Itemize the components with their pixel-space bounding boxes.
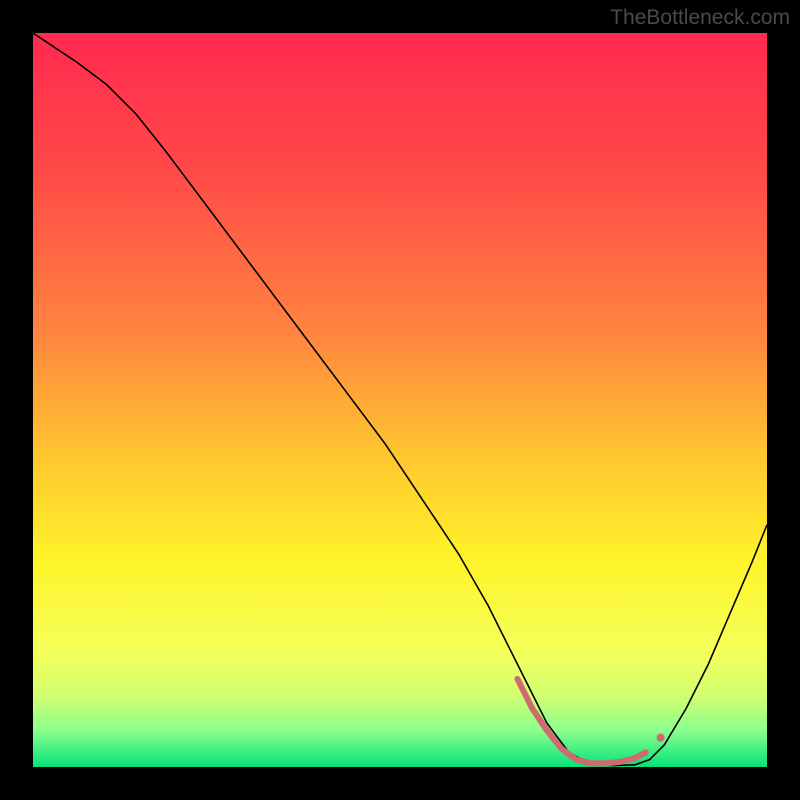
end-dot <box>657 734 665 742</box>
bottleneck-chart <box>33 33 767 767</box>
chart-points-layer <box>657 734 665 742</box>
chart-plot-area <box>33 33 767 767</box>
chart-background-gradient <box>33 33 767 767</box>
watermark-text: TheBottleneck.com <box>610 6 790 30</box>
